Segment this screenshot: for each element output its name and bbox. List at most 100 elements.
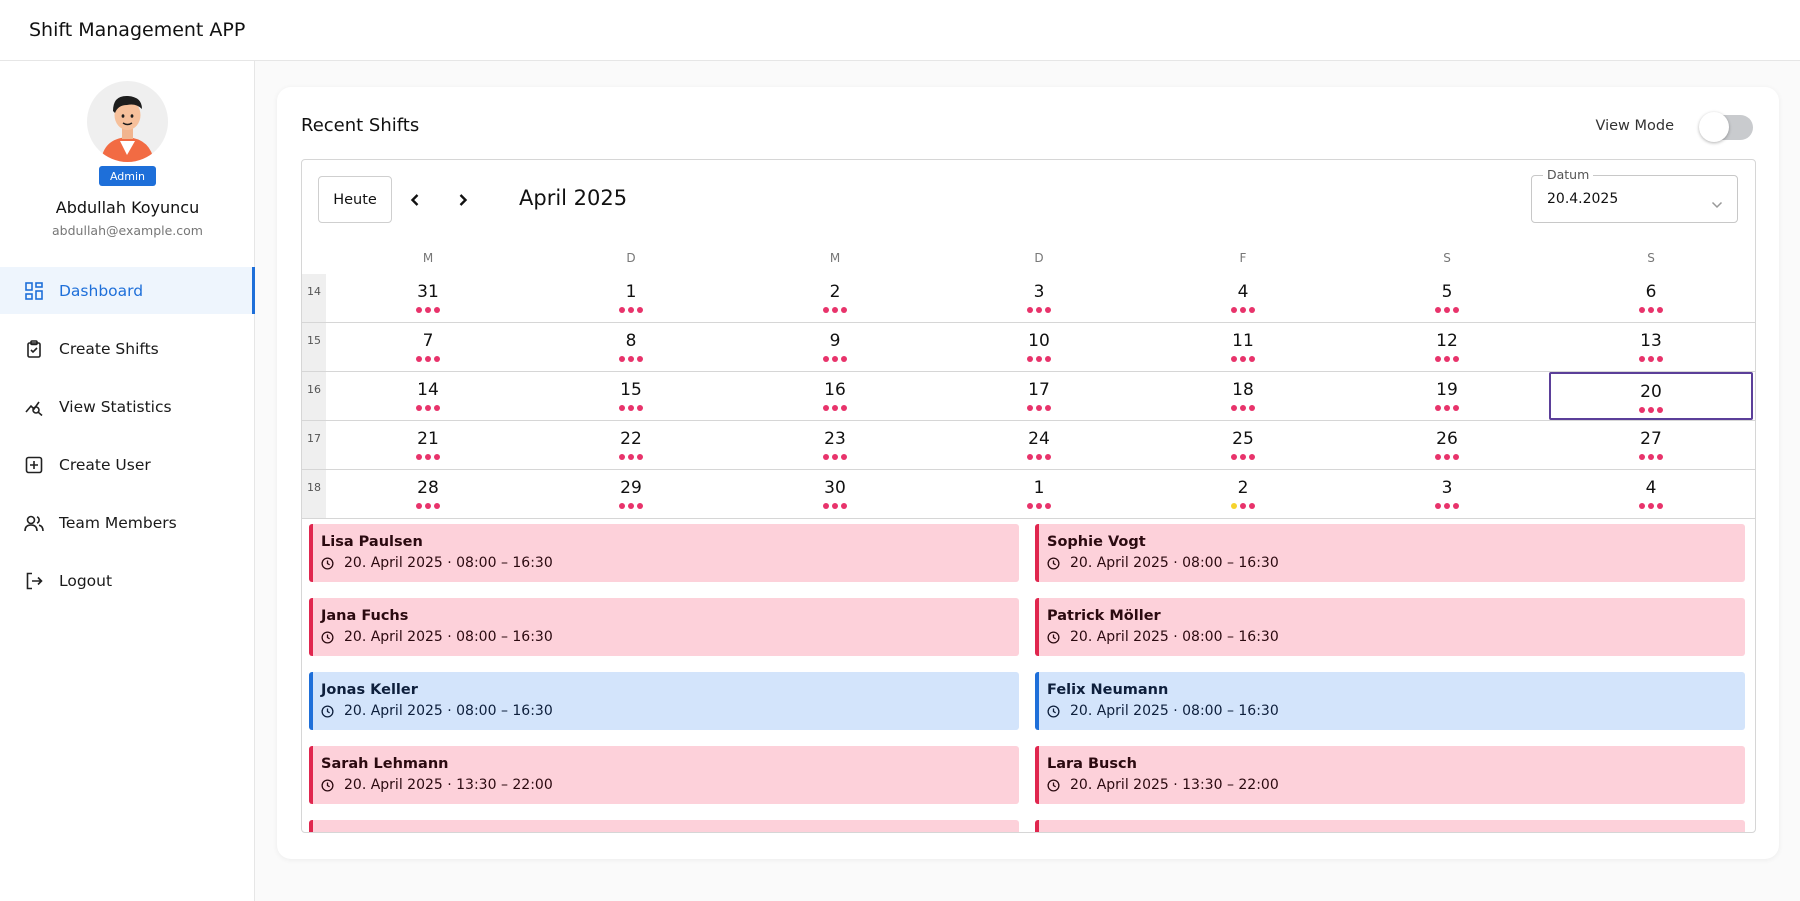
day-cell[interactable]: 23	[733, 421, 937, 469]
shift-indicator-dots	[529, 307, 733, 313]
shift-dot	[637, 503, 643, 509]
clock-icon	[321, 778, 344, 792]
shift-indicator-dots	[733, 503, 937, 509]
week-number: 14	[302, 274, 326, 322]
shift-indicator-dots	[1345, 307, 1549, 313]
shift-time-text: 20. April 2025 · 08:00 – 16:30	[1070, 703, 1279, 719]
clock-icon	[1047, 556, 1070, 570]
shift-dot	[1453, 454, 1459, 460]
shift-dot	[434, 356, 440, 362]
day-cell[interactable]: 31	[326, 274, 530, 322]
day-cell[interactable]: 28	[326, 470, 530, 518]
day-cell[interactable]: 29	[529, 470, 733, 518]
day-cell[interactable]: 14	[326, 372, 530, 420]
day-cell[interactable]: 25	[1141, 421, 1345, 469]
shift-dot	[1444, 405, 1450, 411]
shift-card[interactable]: Jana Fuchs 20. April 2025 · 08:00 – 16:30	[309, 598, 1019, 656]
previous-month-button[interactable]	[401, 186, 429, 214]
shift-dot	[1045, 454, 1051, 460]
weekday-label: M	[829, 251, 841, 265]
day-cell[interactable]: 21	[326, 421, 530, 469]
shift-employee-name: Sarah Lehmann	[321, 756, 449, 772]
day-number: 4	[1645, 478, 1657, 498]
shift-dot	[637, 405, 643, 411]
day-cell[interactable]: 24	[937, 421, 1141, 469]
shift-dot	[1231, 454, 1237, 460]
day-cell[interactable]: 17	[937, 372, 1141, 420]
day-cell[interactable]: 30	[733, 470, 937, 518]
shift-card[interactable]: Sophie Vogt 20. April 2025 · 08:00 – 16:3…	[1035, 524, 1745, 582]
user-email: abdullah@example.com	[52, 223, 203, 238]
day-cell[interactable]: 1	[937, 470, 1141, 518]
day-cell[interactable]: 2	[733, 274, 937, 322]
shift-indicator-dots	[326, 405, 530, 411]
view-mode-toggle[interactable]	[1699, 111, 1754, 143]
day-cell[interactable]: 9	[733, 323, 937, 371]
day-number: 25	[1232, 429, 1254, 449]
weekday-label: D	[626, 251, 636, 265]
day-cell[interactable]: 7	[326, 323, 530, 371]
shift-dot	[823, 405, 829, 411]
day-cell[interactable]: 13	[1549, 323, 1753, 371]
week-row: 14 31 1 2 3 4 5 6	[302, 274, 1755, 323]
day-cell[interactable]: 3	[1345, 470, 1549, 518]
avatar[interactable]	[87, 81, 168, 162]
day-cell[interactable]: 11	[1141, 323, 1345, 371]
shift-dot	[1036, 405, 1042, 411]
day-cell[interactable]: 10	[937, 323, 1141, 371]
shift-indicator-dots	[1141, 356, 1345, 362]
shift-card[interactable]: Jonas Keller 20. April 2025 · 08:00 – 16:…	[309, 672, 1019, 730]
shift-indicator-dots	[1345, 405, 1549, 411]
day-cell[interactable]: 8	[529, 323, 733, 371]
day-cell[interactable]: 4	[1141, 274, 1345, 322]
sidebar-item-view-statistics[interactable]: View Statistics	[0, 383, 255, 430]
day-cell[interactable]: 12	[1345, 323, 1549, 371]
shift-time: 20. April 2025 · 08:00 – 16:30	[321, 555, 553, 571]
shift-dot	[1444, 307, 1450, 313]
shift-time: 20. April 2025 · 13:30 – 22:00	[321, 777, 553, 793]
shift-dot	[841, 307, 847, 313]
sidebar-item-create-user[interactable]: Create User	[0, 441, 255, 488]
shift-dot	[1249, 405, 1255, 411]
sidebar-item-team-members[interactable]: Team Members	[0, 499, 255, 546]
shift-card[interactable]: Patrick Möller 20. April 2025 · 08:00 – 1…	[1035, 598, 1745, 656]
sidebar-item-create-shifts[interactable]: Create Shifts	[0, 325, 255, 372]
day-cell[interactable]: 4	[1549, 470, 1753, 518]
day-cell-selected[interactable]: 20	[1549, 372, 1753, 420]
day-cell[interactable]: 1	[529, 274, 733, 322]
shift-dot	[841, 503, 847, 509]
shift-card-partial[interactable]	[1035, 820, 1745, 832]
sidebar-item-dashboard[interactable]: Dashboard	[0, 267, 255, 314]
today-button[interactable]: Heute	[318, 176, 392, 223]
week-row: 18 28 29 30 1 2 3 4	[302, 470, 1755, 519]
shift-indicator-dots	[1141, 503, 1345, 509]
day-cell[interactable]: 19	[1345, 372, 1549, 420]
shift-card[interactable]: Lisa Paulsen 20. April 2025 · 08:00 – 16:…	[309, 524, 1019, 582]
shift-card[interactable]: Felix Neumann 20. April 2025 · 08:00 – 16…	[1035, 672, 1745, 730]
shift-card[interactable]: Sarah Lehmann 20. April 2025 · 13:30 – 22…	[309, 746, 1019, 804]
shift-card[interactable]: Lara Busch 20. April 2025 · 13:30 – 22:00	[1035, 746, 1745, 804]
day-cell[interactable]: 5	[1345, 274, 1549, 322]
day-cell[interactable]: 15	[529, 372, 733, 420]
sidebar-item-label: View Statistics	[59, 397, 172, 416]
day-cell[interactable]: 6	[1549, 274, 1753, 322]
day-cell[interactable]: 16	[733, 372, 937, 420]
day-cell[interactable]: 18	[1141, 372, 1345, 420]
day-cell[interactable]: 2	[1141, 470, 1345, 518]
day-cell[interactable]: 27	[1549, 421, 1753, 469]
day-number: 10	[1028, 331, 1050, 351]
shift-card-partial[interactable]	[309, 820, 1019, 832]
day-number: 29	[620, 478, 642, 498]
day-cell[interactable]: 22	[529, 421, 733, 469]
month-label: April 2025	[519, 186, 628, 210]
day-cell[interactable]: 3	[937, 274, 1141, 322]
date-picker-field[interactable]: Datum 20.4.2025	[1531, 167, 1738, 223]
shift-indicator-dots	[529, 356, 733, 362]
day-cell[interactable]: 26	[1345, 421, 1549, 469]
week-row: 15 7 8 9 10 11 12 13	[302, 323, 1755, 372]
shift-indicator-dots	[529, 405, 733, 411]
shift-dot	[1648, 503, 1654, 509]
sidebar-item-logout[interactable]: Logout	[0, 557, 255, 604]
recent-shifts-card: Recent Shifts View Mode Heute April 2025…	[277, 87, 1779, 859]
next-month-button[interactable]	[449, 186, 477, 214]
